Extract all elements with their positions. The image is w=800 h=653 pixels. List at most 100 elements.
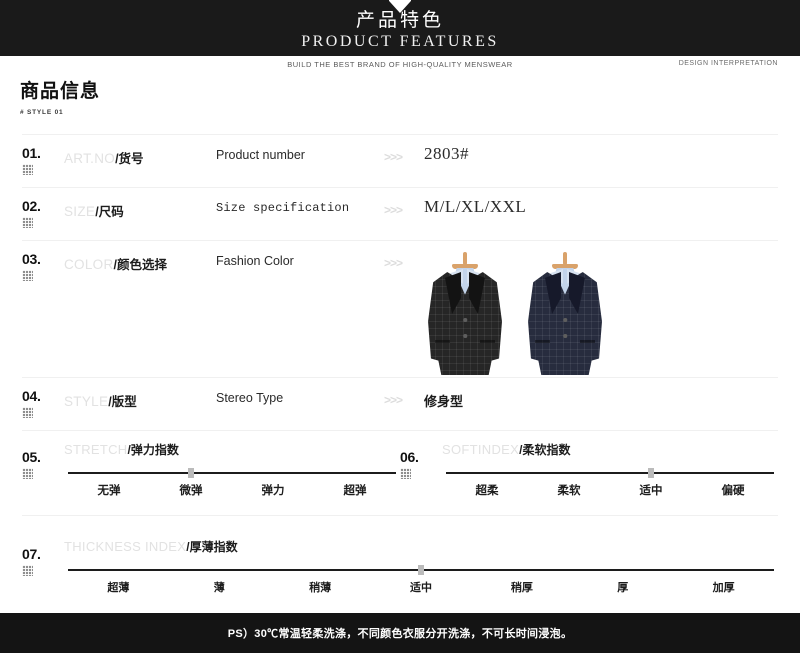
scale-tick[interactable]: 柔软: [528, 482, 610, 498]
scale-label: STRETCH/弹力指数: [64, 441, 400, 459]
scale-label-en: THICKNESS INDEX: [64, 539, 187, 554]
row-number: 01.: [22, 145, 41, 161]
scale-label-en: STRETCH: [64, 442, 128, 457]
scale-ticks: 超柔 柔软 适中 偏硬: [446, 482, 774, 498]
scale-tick[interactable]: 加厚: [673, 579, 774, 595]
scale-body: SOFTINDEX/柔软指数 超柔 柔软 适中 偏硬: [442, 439, 778, 498]
scale-tick[interactable]: 稍厚: [471, 579, 572, 595]
row-label-cell: ART.NO/货号: [64, 135, 216, 168]
scale-track[interactable]: [446, 468, 774, 478]
row-description: Stereo Type: [216, 391, 284, 405]
scale-tick[interactable]: 厚: [572, 579, 673, 595]
scale-track-wrap[interactable]: 超柔 柔软 适中 偏硬: [442, 468, 778, 498]
banner-title-en: PRODUCT FEATURES: [301, 33, 499, 50]
scale-ticks: 无弹 微弹 弹力 超弹: [68, 482, 396, 498]
scale-tick[interactable]: 适中: [371, 579, 472, 595]
scale-tick[interactable]: 超薄: [68, 579, 169, 595]
grid-square-icon: [22, 164, 33, 175]
care-instruction-text: PS）30℃常温轻柔洗涤，不同颜色衣服分开洗涤，不可长时间浸泡。: [227, 628, 573, 640]
row-number: 04.: [22, 388, 41, 404]
table-row: 01. ART.NO/货号 Product number >>> 2803#: [0, 135, 800, 187]
grid-square-icon: [22, 468, 33, 479]
scale-softness: 06. SOFTINDEX/柔软指数 超柔 柔软 适中 偏硬: [400, 431, 778, 515]
sub-header-strip: BUILD THE BEST BRAND OF HIGH-QUALITY MEN…: [0, 56, 800, 76]
design-interpretation-label: DESIGN INTERPRETATION: [678, 60, 778, 67]
row-number-cell: 06.: [400, 439, 442, 479]
grid-square-icon: [22, 565, 33, 576]
scale-thickness: 07. THICKNESS INDEX/厚薄指数 超薄 薄 稍薄 适中 稍厚 厚…: [22, 528, 778, 612]
footer-care-note: PS）30℃常温轻柔洗涤，不同颜色衣服分开洗涤，不可长时间浸泡。: [0, 613, 800, 653]
row-number: 05.: [22, 449, 41, 465]
scale-tick[interactable]: 超弹: [314, 482, 396, 498]
thickness-scale-row: 07. THICKNESS INDEX/厚薄指数 超薄 薄 稍薄 适中 稍厚 厚…: [0, 528, 800, 612]
scale-label-en: SOFTINDEX: [442, 442, 520, 457]
row-value-cell: 修身型: [424, 378, 778, 411]
header-banner: 产品特色 PRODUCT FEATURES: [0, 0, 800, 56]
scale-marker[interactable]: [648, 468, 654, 478]
table-row: 02. SIZE/尺码 Size specification >>> M/L/X…: [0, 188, 800, 240]
scale-marker[interactable]: [188, 468, 194, 478]
row-number-cell: 05.: [22, 439, 64, 479]
scale-body: STRETCH/弹力指数 无弹 微弹 弹力 超弹: [64, 439, 400, 498]
product-image-black-blazer[interactable]: [424, 252, 506, 377]
scale-label-cn: /柔软指数: [519, 443, 571, 457]
row-label-en: COLOR: [64, 257, 114, 272]
row-value-cell: M/L/XL/XXL: [424, 188, 778, 217]
page-title: 商品信息: [20, 81, 101, 102]
row-value: 2803#: [424, 144, 469, 163]
row-number-cell: 04.: [22, 378, 64, 418]
row-label-cn: /版型: [108, 395, 137, 409]
row-description: Product number: [216, 148, 305, 162]
chevrons-right-icon: >>>: [384, 393, 403, 407]
scale-track[interactable]: [68, 468, 396, 478]
row-number-cell: 07.: [22, 536, 64, 576]
scale-track-wrap[interactable]: 超薄 薄 稍薄 适中 稍厚 厚 加厚: [64, 565, 778, 595]
scale-stretch: 05. STRETCH/弹力指数 无弹 微弹 弹力 超弹: [22, 431, 400, 515]
scale-body: THICKNESS INDEX/厚薄指数 超薄 薄 稍薄 适中 稍厚 厚 加厚: [64, 536, 778, 595]
scale-label-cn: /弹力指数: [127, 443, 179, 457]
product-image-navy-blazer[interactable]: [524, 252, 606, 377]
scale-marker[interactable]: [418, 565, 424, 575]
row-number: 06.: [400, 449, 419, 465]
blazer-button-bottom: [563, 334, 567, 338]
row-label-cell: SIZE/尺码: [64, 188, 216, 221]
scale-tick[interactable]: 微弹: [150, 482, 232, 498]
banner-title-cn: 产品特色: [355, 10, 444, 31]
row-description: Fashion Color: [216, 254, 294, 268]
blazer-pocket-left: [435, 340, 450, 343]
scale-tick[interactable]: 薄: [169, 579, 270, 595]
scale-tick[interactable]: 适中: [610, 482, 692, 498]
scale-label: SOFTINDEX/柔软指数: [442, 441, 778, 459]
scale-track[interactable]: [68, 565, 774, 575]
scale-label: THICKNESS INDEX/厚薄指数: [64, 538, 778, 556]
blazer-pocket-right: [480, 340, 495, 343]
grid-square-icon: [22, 407, 33, 418]
scale-tick[interactable]: 超柔: [446, 482, 528, 498]
scale-tick[interactable]: 偏硬: [692, 482, 774, 498]
row-label-cell: STYLE/版型: [64, 378, 216, 411]
product-features-page: 产品特色 PRODUCT FEATURES BUILD THE BEST BRA…: [0, 0, 800, 653]
chevrons-right-icon: >>>: [384, 203, 403, 217]
blazer-button-top: [463, 318, 467, 322]
section-header: 商品信息 # STYLE 01: [0, 76, 800, 116]
row-value: 修身型: [424, 394, 464, 409]
spec-table: 01. ART.NO/货号 Product number >>> 2803# 0…: [0, 134, 800, 612]
scale-tick[interactable]: 无弹: [68, 482, 150, 498]
chevrons-right-icon: >>>: [384, 256, 403, 270]
blazer-button-top: [563, 318, 567, 322]
scale-tick[interactable]: 弹力: [232, 482, 314, 498]
row-number-cell: 01.: [22, 135, 64, 175]
grid-square-icon: [22, 270, 33, 281]
blazer-button-bottom: [463, 334, 467, 338]
color-swatch-gallery: [424, 241, 778, 377]
row-label-en: STYLE: [64, 394, 109, 409]
grid-square-icon: [400, 468, 411, 479]
chevrons-right-icon: >>>: [384, 150, 403, 164]
blazer-pocket-right: [580, 340, 595, 343]
row-value-cell: 2803#: [424, 135, 778, 164]
scale-tick[interactable]: 稍薄: [270, 579, 371, 595]
row-number-cell: 03.: [22, 241, 64, 281]
scale-track-wrap[interactable]: 无弹 微弹 弹力 超弹: [64, 468, 400, 498]
row-description: Size specification: [216, 201, 350, 215]
style-code-label: # STYLE 01: [20, 109, 64, 116]
